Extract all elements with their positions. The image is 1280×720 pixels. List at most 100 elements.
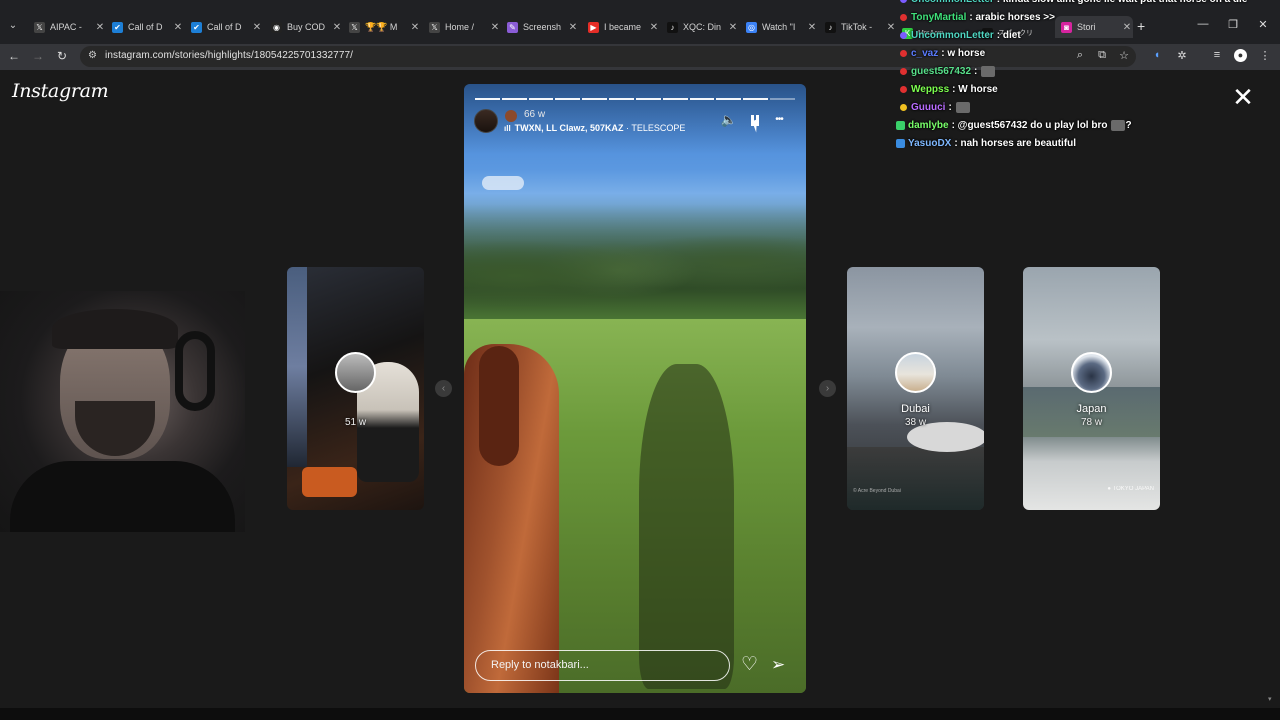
chat-badge-icon [896, 139, 905, 148]
more-options-icon[interactable]: ••• [770, 113, 788, 127]
tab-close-icon[interactable]: ✕ [567, 22, 579, 33]
chat-text: : @guest567432 do u play lol bro [951, 120, 1108, 131]
story-progress-segment [635, 98, 661, 100]
chat-badge-icon [900, 104, 907, 111]
check-logo-icon: ✔ [191, 21, 202, 33]
music-artists: TWXN, LL Clawz, 507KAZ [514, 123, 624, 133]
story-progress-segment [662, 98, 688, 100]
music-track: · TELESCOPE [623, 123, 686, 133]
chat-message: TonyMartial: arabic horses >> [900, 12, 1055, 23]
story-preview-time: 78 w [1080, 417, 1103, 428]
tab-title: XQC: Din [683, 22, 722, 32]
chat-text: : diet [996, 30, 1021, 41]
chat-username: Guuuci [911, 102, 946, 113]
x-logo-icon: 𝕏 [429, 21, 440, 33]
chat-text: : W horse [952, 84, 998, 95]
tab-close-icon[interactable]: ✕ [331, 22, 343, 33]
chat-text: : [948, 102, 952, 113]
chat-emote-icon [981, 66, 996, 77]
x-logo-icon: 𝕏 [349, 21, 360, 33]
story-preview-avatar [1071, 352, 1112, 393]
story-preview-card[interactable]: 51 w [287, 267, 424, 510]
scroll-down-arrow-icon[interactable]: ▾ [1268, 695, 1272, 703]
url-text[interactable]: instagram.com/stories/highlights/1805422… [105, 50, 353, 61]
tab-close-icon[interactable]: ✕ [806, 22, 818, 33]
browser-tab[interactable]: ♪ TikTok - ✕ [819, 16, 897, 38]
story-progress-segment [609, 98, 634, 100]
story-music-info[interactable]: ıll TWXN, LL Clawz, 507KAZ · TELESCOPE [504, 123, 685, 133]
tab-close-icon[interactable]: ✕ [489, 22, 501, 33]
browser-tab[interactable]: ✎ Screensh ✕ [501, 16, 579, 38]
photo-watermark: © Acre Beyond Dubai [853, 488, 901, 494]
active-story[interactable]: 66 w ıll TWXN, LL Clawz, 507KAZ · TELESCO… [464, 84, 806, 693]
webcam-overlay [0, 291, 245, 532]
chat-text-tail: ? [1125, 120, 1132, 131]
story-timestamp: 66 w [524, 109, 546, 120]
chat-message: c_vaz: w horse [900, 48, 985, 59]
browser-tab[interactable]: ✔ Call of D ✕ [106, 16, 184, 38]
story-preview-avatar [895, 352, 936, 393]
reply-input[interactable]: Reply to notakbari... [475, 650, 730, 681]
stream-chat-overlay: UncommonLetter: kinda slow aint gone lie… [896, 0, 1280, 154]
tab-search-chevron-icon[interactable]: ⌄ [4, 17, 22, 35]
chat-message: damlybe: @guest567432 do u play lol bro … [896, 120, 1132, 131]
music-equalizer-icon: ıll [504, 124, 511, 133]
send-message-icon[interactable]: ➢ [771, 654, 785, 676]
reload-icon[interactable]: ↻ [54, 48, 70, 64]
photo-watermark: ● TOKYO JAPAN [1107, 486, 1154, 492]
taskbar-strip [0, 708, 1280, 720]
tab-close-icon[interactable]: ✕ [94, 22, 106, 33]
browser-tab[interactable]: ♪ XQC: Din ✕ [661, 16, 739, 38]
tab-close-icon[interactable]: ✕ [727, 22, 739, 33]
story-author-avatar[interactable] [474, 109, 498, 133]
story-preview-card-dubai[interactable]: Dubai 38 w © Acre Beyond Dubai [847, 267, 984, 510]
chat-username: Weppss [911, 84, 950, 95]
screen: ⌄ 𝕏 AIPAC - ✕ ✔ Call of D ✕ ✔ Call of D ✕ ◉ Buy C… [0, 0, 1280, 720]
tab-title: Home / [445, 22, 475, 32]
story-progress-segment [475, 98, 500, 100]
story-image [464, 204, 806, 324]
chat-message: UncommonLetter: kinda slow aint gone lie… [900, 0, 1247, 5]
tiktok-icon: ♪ [667, 21, 678, 33]
volume-icon[interactable]: 🔈 [720, 113, 738, 127]
globe-icon: ◎ [746, 21, 757, 33]
x-logo-icon: 𝕏 [34, 21, 45, 33]
tab-close-icon[interactable]: ✕ [648, 22, 660, 33]
chat-badge-icon [900, 86, 907, 93]
chat-username: TonyMartial [911, 12, 967, 23]
back-arrow-icon[interactable]: ← [6, 48, 22, 64]
browser-tab[interactable]: ◉ Buy COD ✕ [265, 16, 343, 38]
browser-tab[interactable]: ◎ Watch "I ✕ [740, 16, 818, 38]
chat-badge-icon [896, 121, 905, 130]
previous-story-arrow-icon[interactable]: ‹ [435, 380, 452, 397]
chat-text: : w horse [941, 48, 986, 59]
story-progress-segment [501, 98, 527, 100]
tab-close-icon[interactable]: ✕ [172, 22, 184, 33]
site-info-icon[interactable]: ⚙ [88, 50, 97, 61]
story-preview-time: 38 w [904, 417, 927, 428]
tab-title: Screensh [523, 22, 562, 32]
browser-tab[interactable]: ✔ Call of D ✕ [185, 16, 263, 38]
browser-tab[interactable]: ▶ I became ✕ [582, 16, 660, 38]
tab-title: Watch "I [762, 22, 796, 32]
tab-title: 🏆🏆 M [365, 21, 398, 32]
chat-badge-icon [900, 68, 907, 75]
chat-username: guest567432 [911, 66, 972, 77]
browser-tab[interactable]: 𝕏 AIPAC - ✕ [28, 16, 106, 38]
chat-username: YasuoDX [908, 138, 952, 149]
browser-tab[interactable]: 𝕏 Home / ✕ [423, 16, 501, 38]
story-preview-card-japan[interactable]: Japan 78 w ● TOKYO JAPAN [1023, 267, 1160, 510]
tab-title: I became [604, 22, 642, 32]
tab-close-icon[interactable]: ✕ [251, 22, 263, 33]
browser-tab[interactable]: 𝕏 🏆🏆 M ✕ [343, 16, 421, 38]
chat-username: c_vaz [911, 48, 939, 59]
headset-icon [175, 331, 215, 411]
chat-badge-icon [900, 14, 907, 21]
like-heart-icon[interactable]: ♡ [741, 654, 758, 676]
story-preview-avatar [335, 352, 376, 393]
instagram-logo[interactable]: Instagram [12, 80, 109, 102]
youtube-icon: ▶ [588, 21, 599, 33]
next-story-arrow-icon[interactable]: › [819, 380, 836, 397]
forward-arrow-icon[interactable]: → [30, 48, 46, 64]
tab-close-icon[interactable]: ✕ [409, 22, 421, 33]
